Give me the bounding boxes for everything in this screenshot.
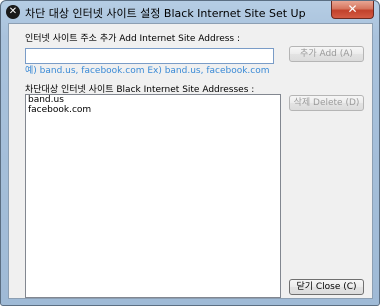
delete-button[interactable]: 삭제 Delete (D) xyxy=(289,95,364,111)
address-input[interactable] xyxy=(25,48,274,64)
close-icon: ✕ xyxy=(347,2,358,16)
list-item[interactable]: band.us xyxy=(26,95,280,105)
window-title: 차단 대상 인터넷 사이트 설정 Black Internet Site Set… xyxy=(25,7,306,20)
window-close-button[interactable]: ✕ xyxy=(331,1,374,19)
close-dialog-button[interactable]: 닫기 Close (C) xyxy=(289,279,364,295)
list-item[interactable]: facebook.com xyxy=(26,105,280,115)
add-button[interactable]: 추가 Add (A) xyxy=(289,46,364,62)
title-bar[interactable]: ✕ 차단 대상 인터넷 사이트 설정 Black Internet Site S… xyxy=(1,1,379,23)
dialog-client-area: 인터넷 사이트 주소 추가 Add Internet Site Address … xyxy=(8,23,373,299)
add-address-label: 인터넷 사이트 주소 추가 Add Internet Site Address … xyxy=(25,34,241,44)
blocked-sites-list[interactable]: band.us facebook.com xyxy=(25,94,281,298)
dialog-window: ✕ 차단 대상 인터넷 사이트 설정 Black Internet Site S… xyxy=(0,0,380,306)
block-icon: ✕ xyxy=(6,5,20,19)
example-hint: 예) band.us, facebook.com Ex) band.us, fa… xyxy=(25,66,270,76)
